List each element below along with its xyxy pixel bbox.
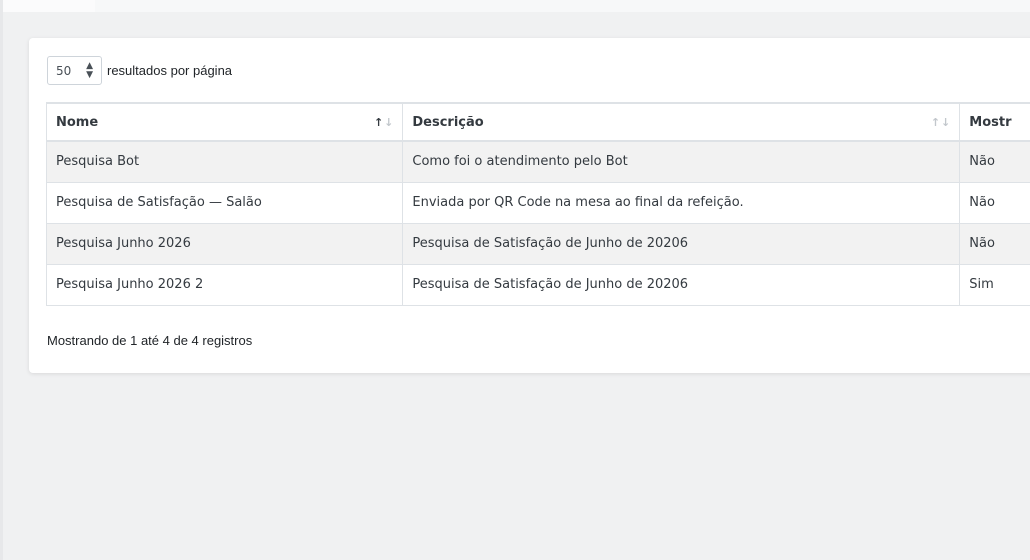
page-length-select[interactable]: 50 ▲ ▼ bbox=[47, 56, 102, 85]
cell-nome: Pesquisa de Satisfação — Salão bbox=[45, 181, 404, 224]
table-row[interactable]: Pesquisa Junho 2026 Pesquisa de Satisfaç… bbox=[45, 222, 1030, 265]
table-row[interactable]: Pesquisa Junho 2026 2 Pesquisa de Satisf… bbox=[45, 263, 1030, 306]
table-row[interactable]: Pesquisa de Satisfação — Salão Enviada p… bbox=[45, 181, 1030, 224]
cell-nome: Pesquisa Junho 2026 bbox=[45, 222, 404, 265]
table-row[interactable]: Pesquisa Bot Como foi o atendimento pelo… bbox=[45, 140, 1030, 183]
results-table: Nome ↑↓ Descrição ↑↓ Mostr Pesquisa Bot … bbox=[45, 102, 1030, 306]
cell-descricao: Como foi o atendimento pelo Bot bbox=[402, 140, 961, 183]
top-bar-tab[interactable] bbox=[0, 0, 95, 12]
table-header-row: Nome ↑↓ Descrição ↑↓ Mostr bbox=[45, 102, 1030, 142]
table-info: Mostrando de 1 até 4 de 4 registros bbox=[47, 333, 253, 348]
cell-mostrar: Não bbox=[959, 140, 1030, 183]
column-header-mostrar[interactable]: Mostr bbox=[959, 102, 1030, 142]
cell-descricao: Enviada por QR Code na mesa ao final da … bbox=[402, 181, 961, 224]
cell-nome: Pesquisa Junho 2026 2 bbox=[45, 263, 404, 306]
cell-descricao: Pesquisa de Satisfação de Junho de 20206 bbox=[402, 222, 961, 265]
sidebar-edge bbox=[0, 0, 3, 560]
column-label: Nome bbox=[56, 114, 99, 130]
length-menu: 50 ▲ ▼ resultados por página bbox=[47, 56, 232, 85]
sort-arrows-icon: ↑↓ bbox=[930, 116, 952, 129]
up-down-caret-icon: ▲ ▼ bbox=[86, 60, 93, 80]
cell-mostrar: Não bbox=[959, 181, 1030, 224]
cell-nome: Pesquisa Bot bbox=[45, 140, 404, 183]
column-header-nome[interactable]: Nome ↑↓ bbox=[45, 102, 404, 142]
column-label: Descrição bbox=[412, 114, 484, 130]
table-card: 50 ▲ ▼ resultados por página Nome ↑↓ Desc… bbox=[29, 38, 1030, 373]
sort-ascending-icon: ↑↓ bbox=[373, 116, 395, 129]
page-length-value: 50 bbox=[56, 63, 72, 78]
column-header-descricao[interactable]: Descrição ↑↓ bbox=[402, 102, 961, 142]
cell-descricao: Pesquisa de Satisfação de Junho de 20206 bbox=[402, 263, 961, 306]
column-label: Mostr bbox=[969, 114, 1012, 130]
cell-mostrar: Sim bbox=[959, 263, 1030, 306]
page-length-label: resultados por página bbox=[107, 63, 233, 78]
cell-mostrar: Não bbox=[959, 222, 1030, 265]
top-bar bbox=[0, 0, 1030, 12]
